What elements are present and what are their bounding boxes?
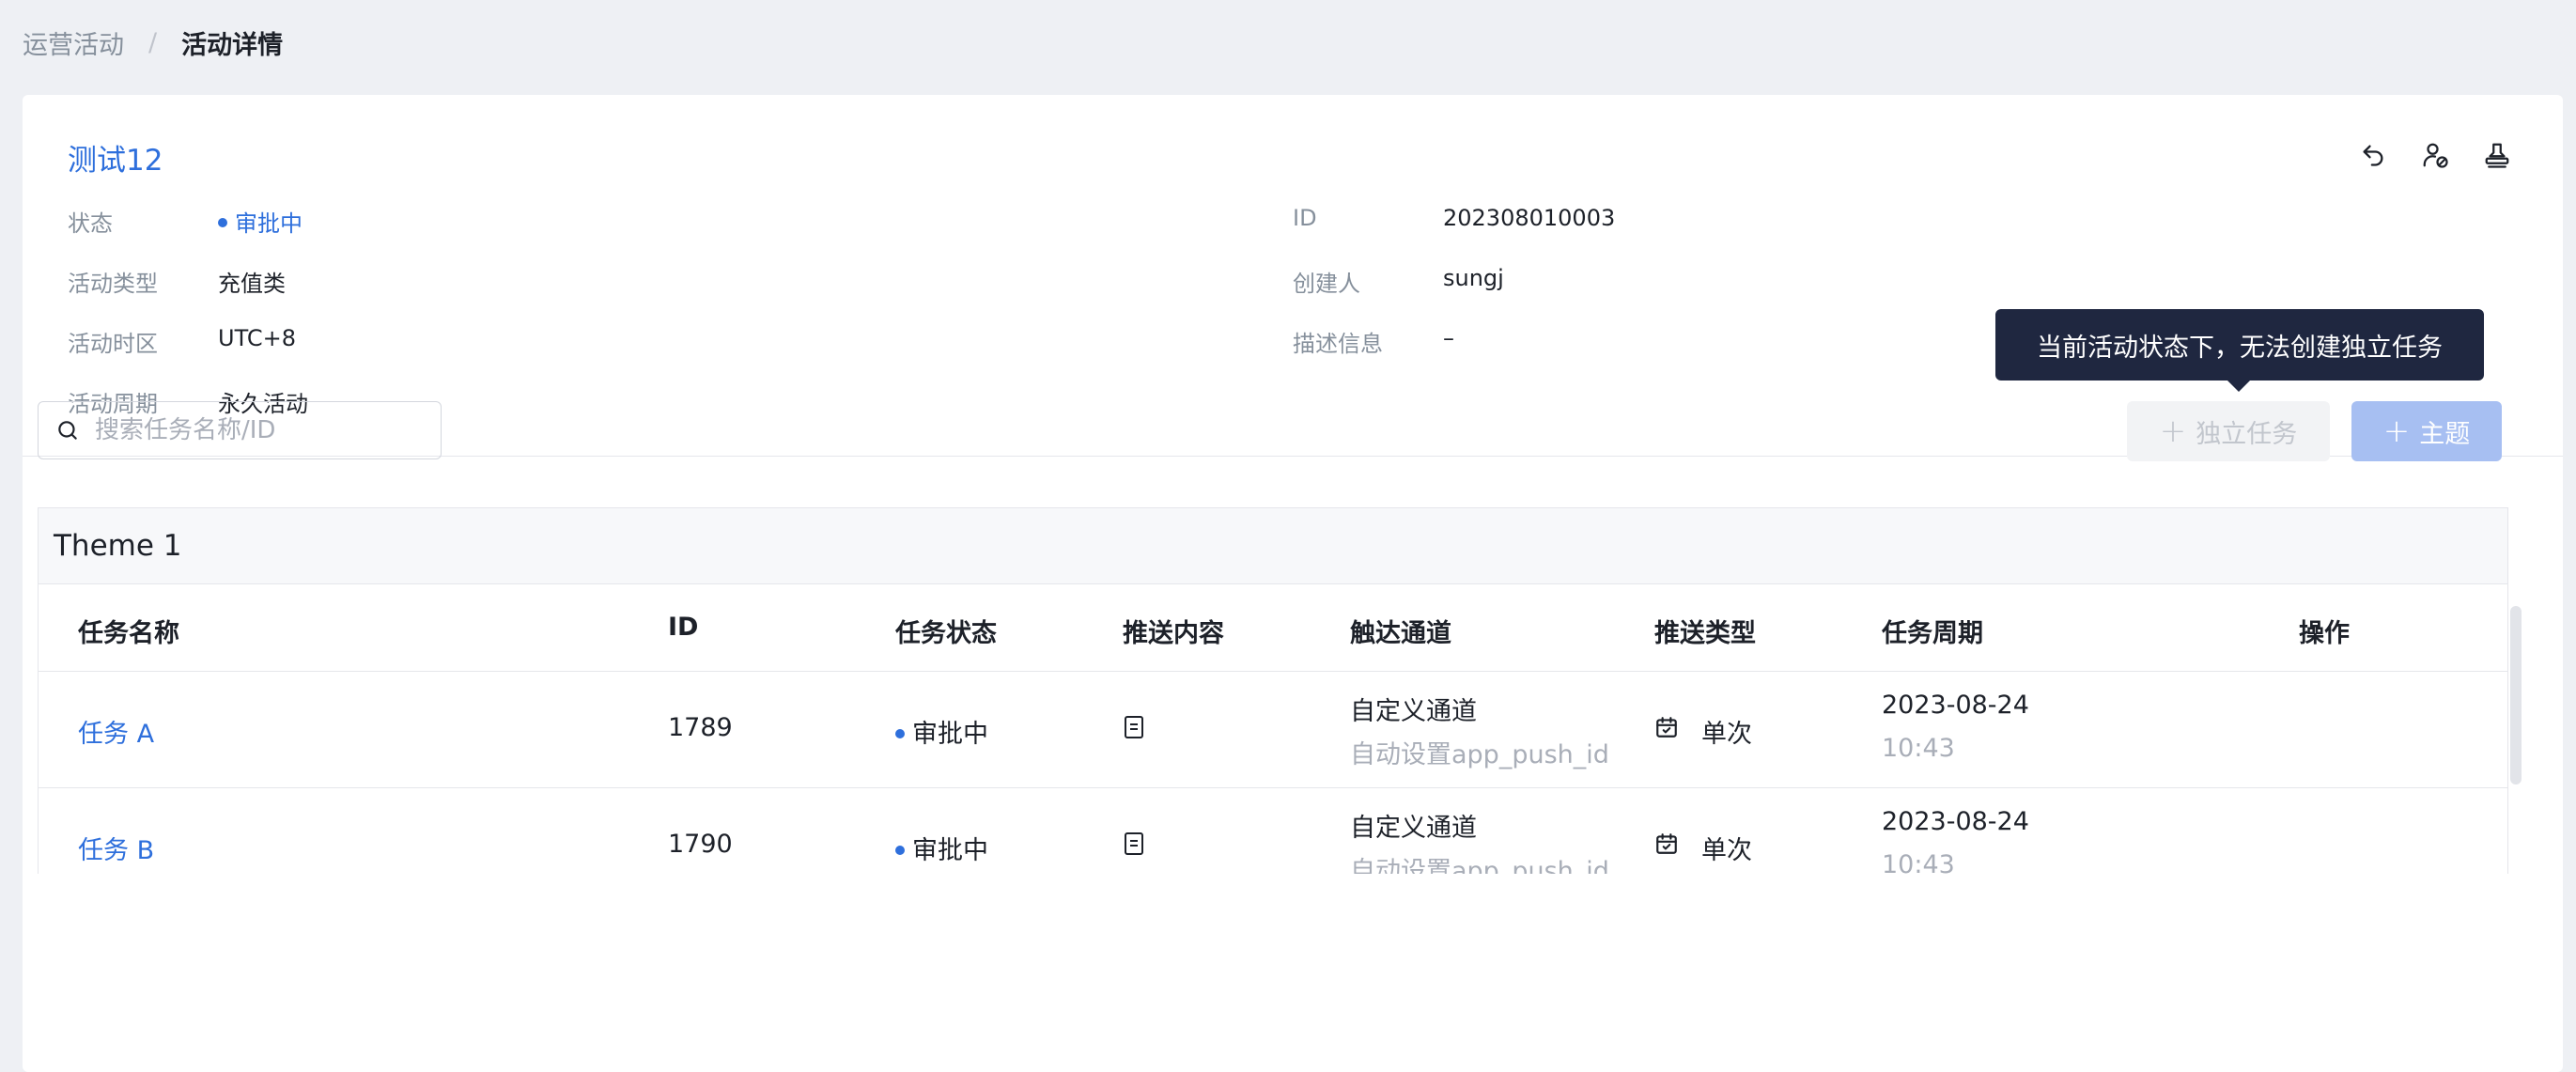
task-status: 审批中 (895, 830, 988, 866)
status-dot (895, 728, 905, 738)
column-header: 任务名称 (78, 619, 179, 648)
search-icon (58, 421, 77, 440)
theme-group-header: Theme 1 (39, 508, 2507, 584)
task-name-link[interactable]: 任务 A (78, 713, 154, 750)
column-header: 任务周期 (1882, 619, 1983, 648)
header-actions (2358, 140, 2512, 170)
activity-type-value: 充值类 (218, 271, 286, 297)
undo-icon[interactable] (2358, 140, 2388, 170)
task-status-text: 审批中 (912, 836, 988, 865)
status-value: 审批中 (218, 205, 303, 238)
task-date: 2023-08-24 (1882, 807, 2029, 836)
column-header: ID (668, 613, 699, 642)
breadcrumb-parent[interactable]: 运营活动 (23, 24, 124, 61)
channel-sub: 自动设置app_push_id (1350, 857, 1609, 874)
document-icon[interactable] (1123, 715, 1145, 746)
column-header: 推送内容 (1123, 619, 1224, 648)
plus-icon: + (2382, 412, 2411, 450)
add-independent-task-button[interactable]: + 独立任务 (2127, 401, 2330, 461)
stamp-icon[interactable] (2482, 140, 2512, 170)
column-header: 任务状态 (895, 619, 997, 648)
activity-title: 测试12 (68, 144, 163, 178)
creator-value: sungj (1443, 265, 1504, 291)
push-type: 单次 (1701, 720, 1752, 749)
add-independent-task-label: 独立任务 (2196, 419, 2298, 449)
id-value: 202308010003 (1443, 205, 1616, 231)
task-search-input[interactable] (38, 401, 442, 459)
channel-name: 自定义通道 (1350, 814, 1477, 843)
description-label: 描述信息 (1293, 331, 1383, 357)
status-text: 审批中 (235, 210, 303, 237)
task-id: 1789 (668, 713, 733, 742)
card-bottom (38, 968, 2518, 1060)
calendar-icon (1654, 715, 1679, 746)
status-dot (895, 845, 905, 855)
calendar-icon (1654, 831, 1679, 862)
task-table: Theme 1 任务名称 ID 任务状态 推送内容 触达通道 推送类型 任务周期… (38, 507, 2508, 874)
task-name-link[interactable]: 任务 B (78, 830, 154, 866)
status-label: 状态 (68, 210, 113, 237)
task-date: 2023-08-24 (1882, 691, 2029, 720)
channel-sub: 自动设置app_push_id (1350, 740, 1609, 769)
status-dot (218, 218, 227, 227)
creator-label: 创建人 (1293, 271, 1360, 297)
push-type: 单次 (1701, 836, 1752, 865)
column-header: 操作 (2299, 619, 2350, 648)
add-theme-button[interactable]: + 主题 (2351, 401, 2502, 461)
timezone-label: 活动时区 (68, 331, 158, 357)
document-icon[interactable] (1123, 831, 1145, 862)
user-block-icon[interactable] (2420, 140, 2450, 170)
theme-name: Theme 1 (54, 529, 182, 563)
table-scrollbar[interactable] (2510, 606, 2522, 785)
table-row: 任务 B 1790 审批中 自定义通道 自动设置app_push_id 单次 2… (39, 788, 2507, 874)
disabled-tooltip: 当前活动状态下，无法创建独立任务 (1995, 309, 2484, 392)
breadcrumb-current: 活动详情 (181, 31, 284, 60)
task-id: 1790 (668, 830, 733, 859)
column-header: 触达通道 (1350, 619, 1451, 648)
activity-type-label: 活动类型 (68, 271, 158, 297)
column-header: 推送类型 (1654, 619, 1756, 648)
task-status: 审批中 (895, 713, 988, 750)
channel-name: 自定义通道 (1350, 697, 1477, 726)
breadcrumb: 运营活动 / 活动详情 (23, 24, 283, 61)
task-time: 10:43 (1882, 734, 1955, 763)
breadcrumb-separator: / (148, 28, 158, 57)
add-theme-label: 主题 (2419, 419, 2471, 449)
task-time: 10:43 (1882, 850, 1955, 874)
task-status-text: 审批中 (912, 720, 988, 749)
timezone-value: UTC+8 (218, 325, 296, 351)
table-header: 任务名称 ID 任务状态 推送内容 触达通道 推送类型 任务周期 操作 (39, 584, 2507, 672)
table-row: 任务 A 1789 审批中 自定义通道 自动设置app_push_id 单次 2… (39, 672, 2507, 788)
id-label: ID (1293, 205, 1317, 231)
plus-icon: + (2159, 412, 2187, 450)
description-value: – (1443, 325, 1454, 351)
search-field[interactable] (93, 415, 416, 445)
